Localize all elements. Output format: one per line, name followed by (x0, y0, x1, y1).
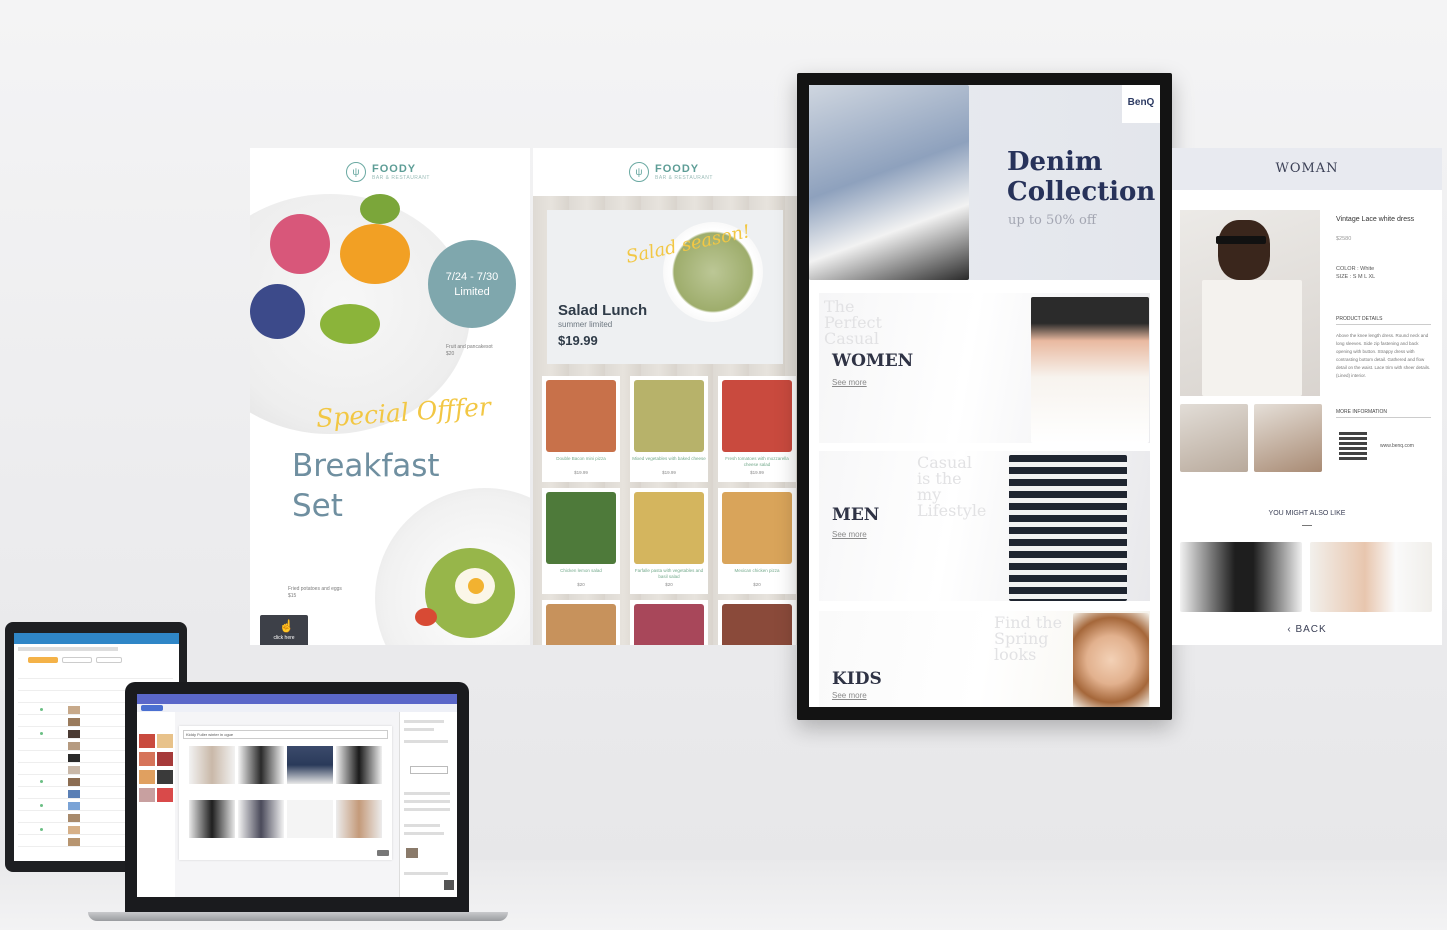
editor-canvas[interactable]: Kiddy Fuller winter in ogue (179, 726, 392, 860)
laptop-editor-screen: Kiddy Fuller winter in ogue (137, 694, 457, 897)
category-men[interactable]: Casual is the my Lifestyle MEN See more (819, 451, 1150, 601)
salad-price: $19.99 (558, 333, 598, 348)
also-like-heading: YOU MIGHT ALSO LIKE (1268, 510, 1346, 517)
badge-dates: 7/24 - 7/30 (445, 271, 499, 283)
property-thumb (406, 848, 418, 858)
dish-image (546, 492, 616, 564)
dish-image (634, 604, 704, 645)
menu-tile[interactable]: Farfalle pasta with vegetables and basil… (630, 488, 708, 594)
brand-name: FOODY (372, 162, 417, 175)
hand-pointer-icon: ☝ (279, 619, 294, 633)
property-button[interactable] (410, 766, 448, 774)
men-model-photo (1009, 455, 1127, 601)
product-color: COLOR : White (1336, 266, 1375, 272)
kids-model-photo (1073, 613, 1149, 707)
brand-tagline: BAR & RESTAURANT (372, 174, 430, 181)
details-text: Above the knee length dress. Round neck … (1336, 333, 1431, 378)
fashion-display-screen: BenQ Denim Collection up to 50% off The … (797, 73, 1172, 720)
canvas-ok-button[interactable] (377, 850, 389, 856)
cms-action-button[interactable] (96, 657, 122, 663)
qr-code-icon[interactable] (1339, 432, 1367, 460)
dish-image (722, 492, 792, 564)
fruit-note: Fruit and pancakesot $20 (446, 344, 493, 357)
qr-code-icon (444, 880, 454, 890)
menu-tile[interactable] (630, 600, 708, 645)
breadcrumb (18, 647, 118, 651)
menu-tile[interactable]: Fresh tomatoes with mozzarella cheese sa… (718, 376, 796, 482)
editor-toolbar (137, 704, 457, 712)
fashion-screen-content: BenQ Denim Collection up to 50% off The … (809, 85, 1160, 707)
dish-image (722, 604, 792, 645)
dish-image (546, 380, 616, 452)
women-model-photo (1031, 297, 1149, 443)
table-header (18, 669, 173, 679)
menu-tile[interactable]: Double Bacon mini pizza $19.99 (542, 376, 620, 482)
cms-action-button[interactable] (28, 657, 58, 663)
woman-page-title: WOMAN (1172, 148, 1442, 190)
cms-top-bar (14, 633, 179, 644)
more-info-heading: MORE INFORMATION (1336, 409, 1431, 418)
related-product-photo[interactable] (1180, 542, 1302, 612)
see-more-link[interactable]: See more (832, 378, 867, 387)
denim-heading: Denim Collection (1007, 147, 1156, 207)
laptop-base (88, 912, 508, 921)
template-sidebar (137, 712, 175, 897)
dish-image (634, 492, 704, 564)
related-product-photo[interactable] (1310, 542, 1432, 612)
laptop-device: Kiddy Fuller winter in ogue (125, 682, 469, 912)
editor-menu-bar (137, 694, 457, 704)
fork-knife-icon: ψ (346, 162, 366, 182)
dish-image (546, 604, 616, 645)
badge-limited: Limited (454, 286, 490, 298)
menu-tile[interactable] (542, 600, 620, 645)
restaurant-menu-panel: ψ FOODY BAR & RESTAURANT Salad season! S… (533, 148, 798, 645)
cms-action-button[interactable] (62, 657, 92, 663)
brand-name: FOODY (655, 162, 700, 175)
promo-date-badge: 7/24 - 7/30 Limited (428, 240, 516, 328)
website-text: www.benq.com (1380, 443, 1414, 449)
see-more-link[interactable]: See more (832, 691, 867, 700)
back-button[interactable]: ‹ BACK (1172, 624, 1442, 635)
foody-logo: ψ FOODY BAR & RESTAURANT (629, 162, 713, 182)
benq-logo: BenQ (1122, 85, 1160, 123)
potato-note: Fried potatoes and eggs $15 (288, 586, 342, 599)
toolbar-button[interactable] (141, 705, 163, 711)
product-thumb[interactable] (1254, 404, 1322, 472)
properties-panel (399, 712, 457, 897)
dish-image (722, 380, 792, 452)
menu-tile[interactable]: Mixed vegetables with baked cheese $19.9… (630, 376, 708, 482)
dish-image (634, 380, 704, 452)
canvas-title-input[interactable]: Kiddy Fuller winter in ogue (183, 730, 388, 739)
menu-tile[interactable] (718, 600, 796, 645)
woman-product-page: WOMAN Vintage Lace white dress $2580 COL… (1172, 148, 1442, 645)
divider (1302, 525, 1312, 526)
menu-tile[interactable]: Mexican chicken pizza $20 (718, 488, 796, 594)
menu-tile[interactable]: Chicken lemon salad $20 (542, 488, 620, 594)
denim-hero-banner[interactable]: BenQ Denim Collection up to 50% off (809, 85, 1160, 280)
salad-title: Salad Lunch (558, 302, 648, 319)
product-size: SIZE : S M L XL (1336, 274, 1376, 280)
product-main-photo (1180, 210, 1320, 396)
details-heading: PRODUCT DETAILS (1336, 316, 1431, 325)
denim-model-photo (809, 85, 969, 280)
category-kids[interactable]: Find the Spring looks KIDS See more (819, 611, 1150, 707)
fork-knife-icon: ψ (629, 162, 649, 182)
product-name: Vintage Lace white dress (1336, 216, 1415, 223)
salad-subtitle: summer limited (558, 320, 613, 329)
foody-logo: ψ FOODY BAR & RESTAURANT (346, 162, 430, 182)
denim-discount: up to 50% off (1008, 213, 1097, 228)
product-price: $2580 (1336, 236, 1352, 242)
category-women[interactable]: The Perfect Casual WOMEN See more (819, 293, 1150, 443)
touch-button[interactable]: ☝ click here (260, 615, 308, 645)
see-more-link[interactable]: See more (832, 530, 867, 539)
restaurant-breakfast-panel: ψ FOODY BAR & RESTAURANT 7/24 - 7/30 Lim… (250, 148, 530, 645)
brand-tagline: BAR & RESTAURANT (655, 174, 713, 181)
product-thumb[interactable] (1180, 404, 1248, 472)
